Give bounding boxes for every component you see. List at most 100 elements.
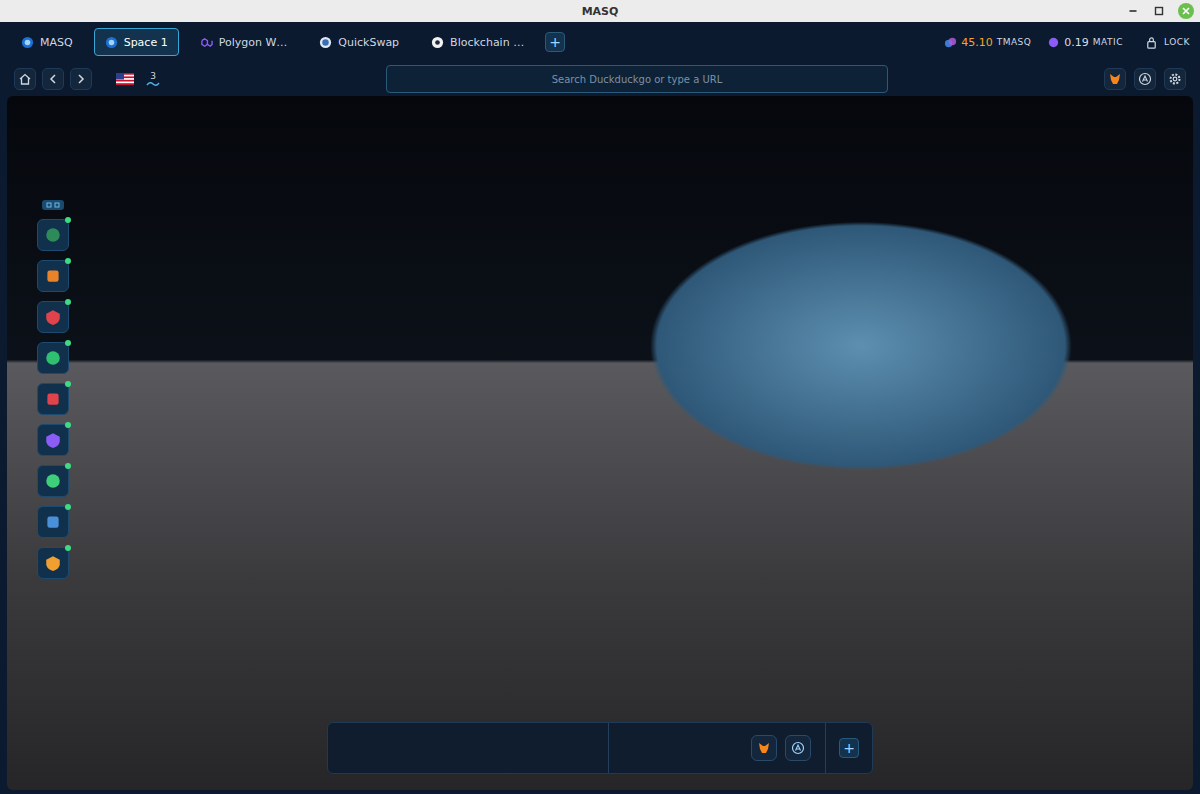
tab-label: QuickSwap <box>338 36 399 49</box>
sidebar-item[interactable] <box>37 260 69 292</box>
app-store-icon <box>1138 72 1152 86</box>
status-dot <box>65 340 71 346</box>
title-bar: MASQ <box>0 0 1200 22</box>
status-dot <box>65 299 71 305</box>
metamask-button[interactable] <box>751 735 777 761</box>
sidebar-item[interactable] <box>37 301 69 333</box>
settings-button[interactable] <box>1164 68 1186 90</box>
blockchain-icon <box>431 36 444 49</box>
sidebar-item[interactable] <box>37 219 69 251</box>
home-icon <box>18 72 32 86</box>
status-dot <box>65 258 71 264</box>
tab-label: Space 1 <box>124 36 168 49</box>
sidebar-item[interactable] <box>37 506 69 538</box>
tab-label: Blockchain … <box>450 36 524 49</box>
close-icon[interactable] <box>1178 3 1194 19</box>
dock-section: + <box>826 723 872 773</box>
minimize-icon[interactable] <box>1126 4 1140 18</box>
sidebar-item[interactable] <box>37 342 69 374</box>
balance: 45.10 TMASQ <box>944 36 1031 49</box>
tab[interactable]: QuickSwap <box>308 28 410 56</box>
status-dot <box>65 381 71 387</box>
app-icon <box>44 554 62 572</box>
tab[interactable]: Polygon W… <box>189 28 299 56</box>
back-icon <box>46 72 60 86</box>
back-button[interactable] <box>42 68 64 90</box>
forward-icon <box>74 72 88 86</box>
metamask-fox-icon <box>1108 72 1122 86</box>
dock-section <box>609 723 826 773</box>
window-title: MASQ <box>582 5 619 18</box>
gear-icon <box>1168 72 1182 86</box>
polygon-icon <box>200 36 213 49</box>
metamask-button[interactable] <box>1104 68 1126 90</box>
balance-unit: TMASQ <box>997 37 1032 47</box>
app-store-button[interactable] <box>1134 68 1156 90</box>
tab[interactable]: Blockchain … <box>420 28 535 56</box>
balance: 0.19 MATIC <box>1047 36 1123 49</box>
dock: + <box>327 722 873 774</box>
us-flag-icon <box>116 73 134 85</box>
balance-amount: 45.10 <box>961 36 993 49</box>
app-icon <box>44 513 62 531</box>
tmasq-icon <box>944 36 957 49</box>
status-dot <box>65 504 71 510</box>
nav-buttons: 3 <box>14 68 374 90</box>
home-button[interactable] <box>14 68 36 90</box>
matic-icon <box>1047 36 1060 49</box>
app-icon <box>44 390 62 408</box>
forward-button[interactable] <box>70 68 92 90</box>
nav-bar: 3 Search Duckduckgo or type a URL <box>0 62 1200 96</box>
maximize-icon[interactable] <box>1152 4 1166 18</box>
tab-label: Polygon W… <box>219 36 288 49</box>
dock-add-button[interactable]: + <box>839 738 859 758</box>
sidebar-item[interactable] <box>37 424 69 456</box>
hops-button[interactable]: 3 <box>142 68 164 90</box>
metamask-fox-icon <box>757 741 771 755</box>
extension-buttons <box>1104 68 1186 90</box>
region-button[interactable] <box>114 68 136 90</box>
browser-window: MASQ MASQ Space 1 Polygon W… QuickSwap Blockc… <box>0 0 1200 794</box>
route-icon <box>146 81 160 87</box>
tab[interactable]: MASQ <box>10 28 84 56</box>
lock-button[interactable]: LOCK <box>1145 36 1190 49</box>
masq-logo-icon <box>21 36 34 49</box>
sidebar-item[interactable] <box>37 383 69 415</box>
window-controls <box>1126 3 1194 19</box>
masq-logo-icon <box>105 36 118 49</box>
app-icon <box>44 431 62 449</box>
hops-count: 3 <box>150 71 156 81</box>
page-content: + <box>7 96 1193 790</box>
status-dot <box>65 422 71 428</box>
grid-icon <box>45 201 61 209</box>
wallet-status: 45.10 TMASQ 0.19 MATIC LOCK <box>944 36 1190 49</box>
tab-list: MASQ Space 1 Polygon W… QuickSwap Blockchain… <box>10 28 565 56</box>
sidebar <box>37 200 69 579</box>
app-icon <box>44 472 62 490</box>
quickswap-icon <box>319 36 332 49</box>
search-placeholder: Search Duckduckgo or type a URL <box>552 74 723 85</box>
lock-icon <box>1145 36 1158 49</box>
sidebar-item[interactable] <box>37 465 69 497</box>
address-bar[interactable]: Search Duckduckgo or type a URL <box>386 65 888 93</box>
app-icon <box>44 226 62 244</box>
new-tab-button[interactable]: + <box>545 32 565 52</box>
status-dot <box>65 217 71 223</box>
app-icon <box>44 349 62 367</box>
tab-bar: MASQ Space 1 Polygon W… QuickSwap Blockchain… <box>0 22 1200 62</box>
tab-label: MASQ <box>40 36 73 49</box>
lock-label: LOCK <box>1164 37 1190 47</box>
wallpaper-photo <box>7 96 1193 790</box>
balance-amount: 0.19 <box>1064 36 1089 49</box>
status-dot <box>65 463 71 469</box>
app-store-button[interactable] <box>785 735 811 761</box>
sidebar-toggle[interactable] <box>42 200 64 210</box>
status-dot <box>65 545 71 551</box>
dock-section <box>328 723 609 773</box>
app-store-icon <box>791 741 805 755</box>
app-icon <box>44 308 62 326</box>
app-icon <box>44 267 62 285</box>
sidebar-item[interactable] <box>37 547 69 579</box>
balance-unit: MATIC <box>1093 37 1123 47</box>
tab[interactable]: Space 1 <box>94 28 179 56</box>
